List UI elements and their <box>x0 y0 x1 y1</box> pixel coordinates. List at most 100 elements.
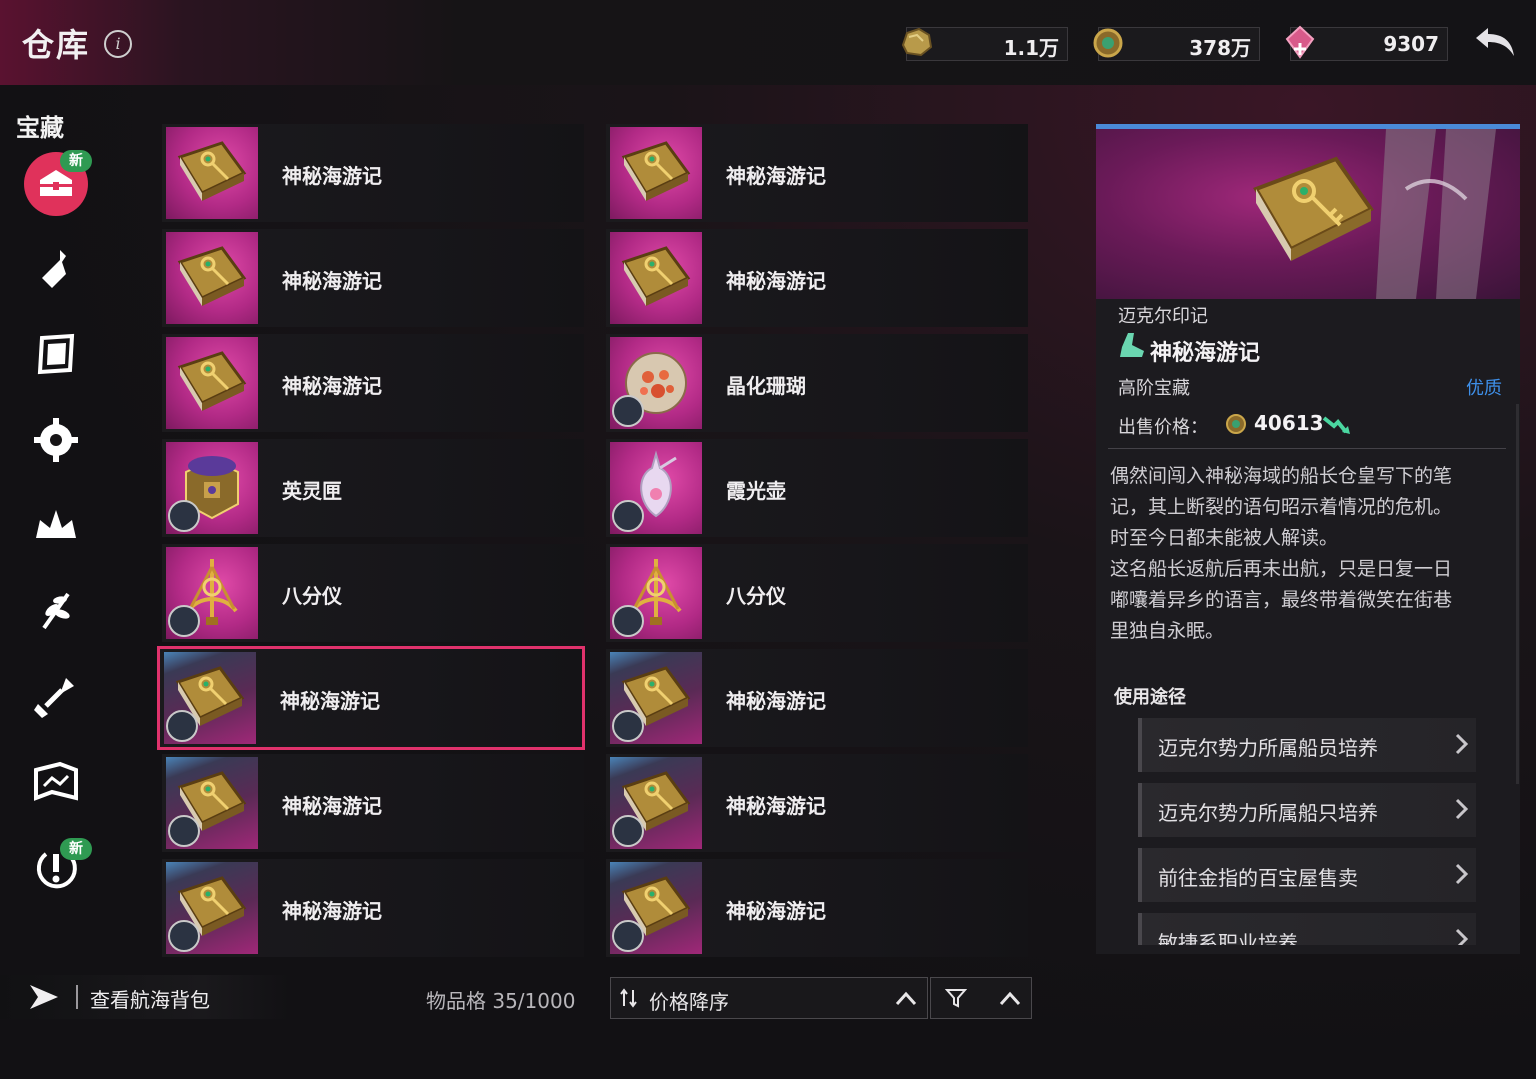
item-hero-image <box>1096 129 1520 299</box>
octant-icon <box>166 547 258 639</box>
item-name: 神秘海游记 <box>726 794 826 818</box>
filter-button[interactable] <box>930 977 1032 1019</box>
item-cell[interactable]: 神秘海游记 <box>162 334 584 432</box>
item-name: 神秘海游记 <box>726 269 826 293</box>
item-name: 神秘海游记 <box>1150 341 1261 366</box>
book-icon <box>1253 156 1374 261</box>
gear-flower-icon <box>34 418 78 462</box>
usage-label: 迈克尔势力所属船员培养 <box>1158 736 1378 760</box>
item-name: 英灵匣 <box>282 479 342 503</box>
item-cell[interactable]: 神秘海游记 <box>606 754 1028 852</box>
banner-decoration <box>1376 129 1496 299</box>
view-bag-button[interactable]: 查看航海背包 <box>0 975 290 1019</box>
detail-scrollbar[interactable] <box>1516 404 1519 784</box>
book-icon <box>610 652 702 744</box>
sidebar-item-crown[interactable] <box>24 492 88 556</box>
sidebar-item-shovel[interactable] <box>24 664 88 728</box>
crown-icon <box>36 510 76 538</box>
faction-badge-icon <box>612 710 644 742</box>
book-icon <box>166 127 258 219</box>
item-name: 神秘海游记 <box>282 269 382 293</box>
book-icon <box>164 652 256 744</box>
sidebar-item-gear[interactable] <box>24 408 88 472</box>
item-cell[interactable]: 神秘海游记 <box>606 859 1028 957</box>
book-icon <box>166 232 258 324</box>
sidebar-item-herb[interactable] <box>24 578 88 642</box>
item-cell[interactable]: 晶化珊瑚 <box>606 334 1028 432</box>
item-cell[interactable]: 神秘海游记 <box>157 646 585 750</box>
arrow-right-icon <box>30 985 58 1009</box>
item-cell[interactable]: 神秘海游记 <box>606 229 1028 327</box>
currency-value: 1.1万 <box>1003 36 1059 60</box>
item-detail-panel: 迈克尔印记 神秘海游记 高阶宝藏 优质 出售价格： 40613 偶然间闯入神秘海… <box>1096 124 1520 954</box>
item-name: 神秘海游记 <box>282 374 382 398</box>
item-cell[interactable]: 神秘海游记 <box>606 649 1028 747</box>
item-name: 神秘海游记 <box>280 689 380 713</box>
box-icon <box>166 442 258 534</box>
faction-badge-icon <box>612 815 644 847</box>
divider <box>1108 448 1506 449</box>
book-icon <box>166 757 258 849</box>
currency-gold: 1.1万 <box>901 27 1068 61</box>
book-icon <box>166 337 258 429</box>
book-icon <box>610 757 702 849</box>
usage-option[interactable]: 迈克尔势力所属船只培养 <box>1138 783 1476 837</box>
info-icon[interactable]: i <box>104 30 132 58</box>
item-description-line: 偶然间闯入神秘海域的船长仓皇写下的笔 <box>1110 465 1453 487</box>
chevron-right-icon <box>1455 798 1469 820</box>
item-cell[interactable]: 英灵匣 <box>162 439 584 537</box>
pink-gem-icon <box>1285 25 1315 59</box>
sidebar-item-bottle[interactable] <box>24 238 88 302</box>
shovel-icon <box>34 678 74 718</box>
item-description-line: 时至今日都未能被人解读。 <box>1110 527 1339 549</box>
quality-boot-icon <box>1120 333 1144 357</box>
usage-label: 前往金指的百宝屋售卖 <box>1158 866 1358 890</box>
sort-icon <box>620 988 637 1008</box>
slot-count: 物品格 35/1000 <box>426 989 576 1013</box>
new-badge: 新 <box>60 150 92 172</box>
bottle-icon <box>42 250 66 288</box>
back-arrow-icon[interactable] <box>1470 22 1520 62</box>
item-cell[interactable]: 霞光壶 <box>606 439 1028 537</box>
item-name: 八分仪 <box>726 584 786 608</box>
faction-badge-icon <box>612 920 644 952</box>
item-quality: 优质 <box>1466 378 1502 399</box>
price-value: 40613 <box>1254 411 1324 435</box>
faction-badge-icon <box>612 605 644 637</box>
sidebar-title: 宝藏 <box>16 114 64 142</box>
item-name: 神秘海游记 <box>726 164 826 188</box>
sort-dropdown[interactable]: 价格降序 <box>610 977 928 1019</box>
usage-option[interactable]: 前往金指的百宝屋售卖 <box>1138 848 1476 902</box>
item-cell[interactable]: 神秘海游记 <box>606 124 1028 222</box>
usage-title: 使用途径 <box>1114 687 1186 708</box>
usage-label: 迈克尔势力所属船只培养 <box>1158 801 1378 825</box>
usage-option[interactable]: 迈克尔势力所属船员培养 <box>1138 718 1476 772</box>
usage-option[interactable]: 敏捷系职业培养 <box>1138 913 1476 945</box>
chevron-up-icon <box>895 991 917 1006</box>
currency-coins: 378万 <box>1093 27 1260 61</box>
sort-label: 价格降序 <box>649 990 729 1014</box>
currency-value: 378万 <box>1189 36 1251 60</box>
book-icon <box>610 127 702 219</box>
faction-badge-icon <box>168 605 200 637</box>
filter-icon <box>945 989 967 1008</box>
currency-gems: 9307 <box>1285 25 1448 61</box>
item-cell[interactable]: 八分仪 <box>606 544 1028 642</box>
item-description-line: 这名船长返航后再未出航，只是日复一日 <box>1110 558 1453 580</box>
book-icon <box>610 862 702 954</box>
currency-value: 9307 <box>1383 32 1439 56</box>
new-badge: 新 <box>60 838 92 860</box>
item-tier: 高阶宝藏 <box>1118 378 1190 399</box>
sidebar-item-map[interactable] <box>24 750 88 814</box>
herb-icon <box>42 592 70 630</box>
sidebar-item-scroll[interactable] <box>24 322 88 386</box>
item-name: 霞光壶 <box>726 479 786 503</box>
item-cell[interactable]: 八分仪 <box>162 544 584 642</box>
item-cell[interactable]: 神秘海游记 <box>162 754 584 852</box>
item-name: 神秘海游记 <box>726 689 826 713</box>
item-cell[interactable]: 神秘海游记 <box>162 859 584 957</box>
price-label: 出售价格： <box>1118 417 1208 438</box>
item-cell[interactable]: 神秘海游记 <box>162 124 584 222</box>
map-icon <box>34 761 78 801</box>
item-cell[interactable]: 神秘海游记 <box>162 229 584 327</box>
